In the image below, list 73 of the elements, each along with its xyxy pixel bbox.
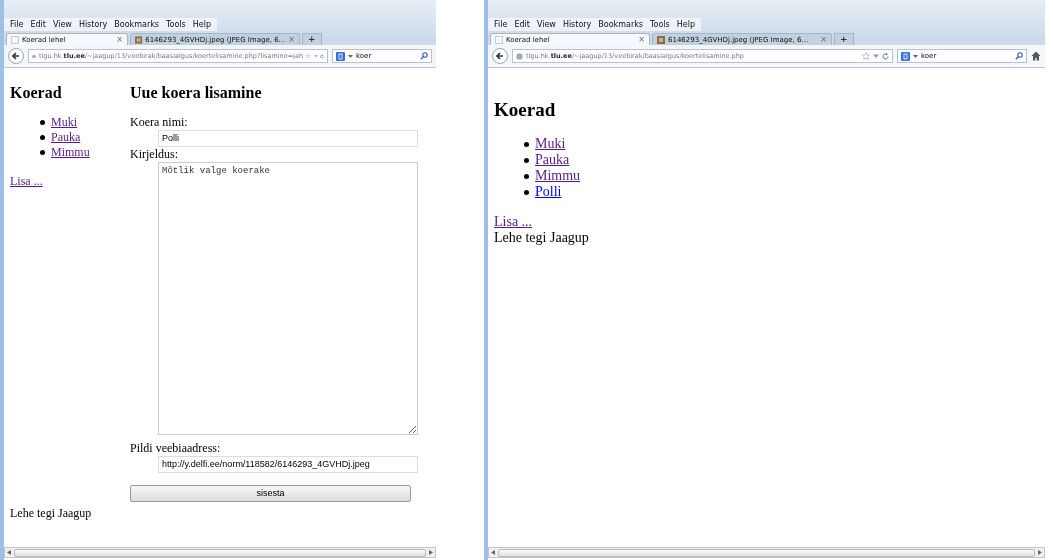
back-button[interactable]: [8, 48, 24, 64]
footer-text: Lehe tegi Jaagup: [10, 505, 93, 521]
menu-item[interactable]: Edit: [30, 20, 46, 29]
bullet-icon: [524, 173, 529, 179]
add-link[interactable]: Lisa ...: [10, 173, 43, 188]
search-icon: [1015, 52, 1023, 60]
menu-item[interactable]: File: [10, 20, 24, 29]
scroll-left-icon: [7, 550, 11, 555]
bullet-icon: [524, 157, 529, 163]
menu-item[interactable]: View: [536, 20, 556, 29]
blank-page-icon: [495, 35, 503, 44]
text-input[interactable]: http://y.delfi.ee/norm/118582/6146293_4GVHDj.jpeg: [158, 455, 418, 473]
horizontal-scrollbar[interactable]: [4, 547, 436, 558]
search-icon: [420, 52, 428, 60]
menu-item[interactable]: Tools: [650, 20, 670, 29]
new-tab-button[interactable]: +: [302, 33, 322, 45]
blank-page-icon: [11, 35, 19, 44]
menu-item[interactable]: File: [494, 20, 508, 29]
menu-item[interactable]: View: [52, 20, 72, 29]
menu-item[interactable]: History: [78, 20, 108, 29]
bullet-icon: [524, 141, 529, 147]
back-button[interactable]: [492, 48, 508, 64]
back-arrow-icon: [12, 52, 20, 60]
horizontal-scrollbar[interactable]: [488, 547, 1045, 558]
dog-link[interactable]: Mimmu: [51, 144, 90, 160]
bullet-icon: [40, 134, 45, 140]
back-arrow-icon: [496, 52, 504, 60]
star-icon: [862, 52, 870, 60]
dog-link[interactable]: Mimmu: [535, 168, 581, 185]
submit-button[interactable]: sisesta: [130, 484, 411, 502]
bullet-icon: [524, 189, 529, 195]
field-label: Pildi veebiaadress:: [130, 440, 222, 456]
star-icon: [306, 52, 311, 60]
field-label: Kirjeldus:: [130, 146, 179, 162]
menu-item[interactable]: History: [562, 20, 592, 29]
page-heading: Koerad: [494, 99, 556, 121]
menu-item[interactable]: Tools: [166, 20, 186, 29]
dropdown-arrow-icon: [913, 53, 918, 59]
tab-close-button[interactable]: ×: [288, 35, 295, 44]
reload-icon: [320, 52, 324, 60]
text-input[interactable]: Polli: [158, 129, 418, 147]
image-thumbnail-icon: [657, 35, 665, 44]
image-thumbnail-icon: [135, 35, 143, 44]
bullet-icon: [40, 119, 45, 125]
dog-link[interactable]: Pauka: [535, 152, 570, 169]
bullet-icon: [40, 149, 45, 155]
page-heading: Koerad: [10, 84, 63, 102]
search-engine-icon: [901, 51, 910, 61]
scroll-left-icon: [491, 550, 495, 555]
scroll-right-icon: [1038, 550, 1042, 555]
description-textarea[interactable]: Mõtlik valge koerake: [158, 161, 418, 435]
menu-item[interactable]: Edit: [514, 20, 530, 29]
scroll-right-icon: [429, 550, 433, 555]
reload-icon: [882, 52, 889, 60]
menu-item[interactable]: Help: [676, 20, 695, 29]
field-label: Koera nimi:: [130, 114, 189, 130]
dog-link[interactable]: Polli: [535, 184, 562, 201]
tab-close-button[interactable]: ×: [116, 35, 123, 44]
search-engine-icon: [336, 51, 345, 61]
dog-link[interactable]: Pauka: [51, 129, 81, 145]
tab-close-button[interactable]: ×: [820, 35, 827, 44]
new-tab-button[interactable]: +: [834, 33, 854, 45]
tab-close-button[interactable]: ×: [638, 35, 645, 44]
add-link[interactable]: Lisa ...: [494, 214, 533, 231]
menu-item[interactable]: Bookmarks: [114, 20, 160, 29]
dropdown-arrow-icon: [873, 53, 879, 59]
dropdown-arrow-icon: [348, 53, 353, 59]
dog-link[interactable]: Muki: [535, 136, 566, 153]
menu-item[interactable]: Bookmarks: [598, 20, 644, 29]
menu-item[interactable]: Help: [192, 20, 211, 29]
footer-text: Lehe tegi Jaagup: [494, 230, 589, 247]
dog-link[interactable]: Muki: [51, 114, 77, 130]
form-heading: Uue koera lisamine: [130, 84, 263, 102]
